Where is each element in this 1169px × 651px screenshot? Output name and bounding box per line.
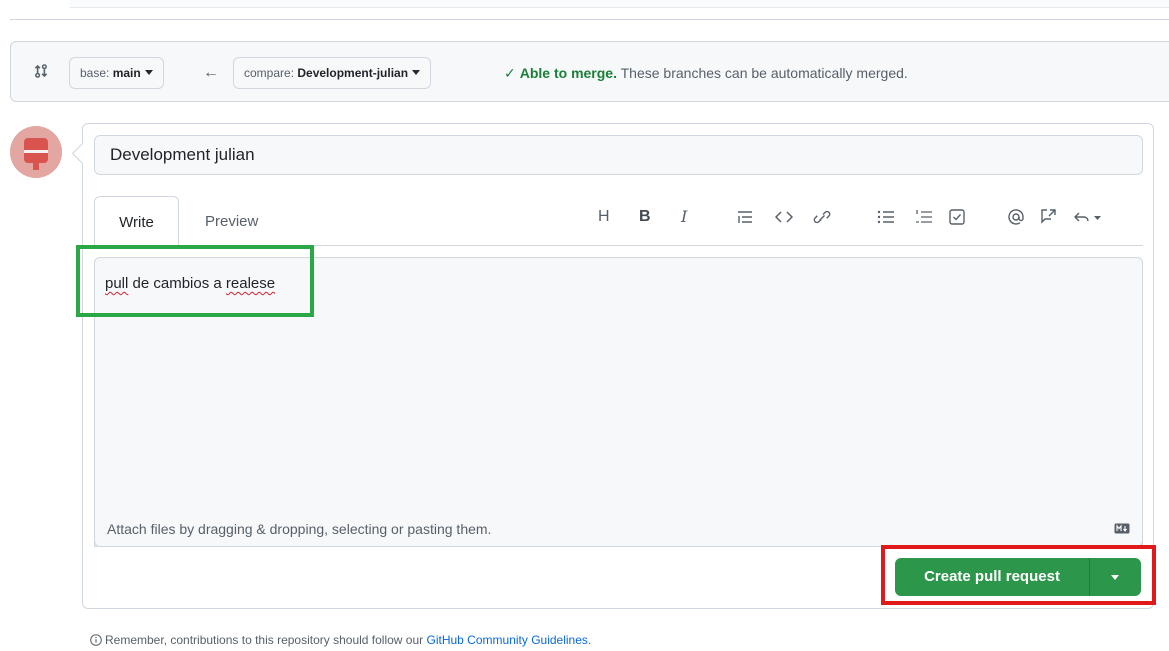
info-icon <box>90 634 102 646</box>
community-guidelines-link[interactable]: GitHub Community Guidelines <box>427 633 588 647</box>
top-strip <box>70 0 1169 8</box>
mention-icon[interactable] <box>1007 207 1025 227</box>
compare-branch-select[interactable]: compare: Development-julian <box>233 57 432 89</box>
chevron-down-icon <box>144 70 153 75</box>
heading-button[interactable]: H <box>598 207 610 227</box>
bold-button[interactable]: B <box>639 207 651 227</box>
base-branch-select[interactable]: base: main <box>69 57 164 89</box>
chevron-down-icon <box>412 70 421 75</box>
quote-icon[interactable] <box>737 207 753 227</box>
compare-branches-icon <box>34 64 48 78</box>
tab-preview[interactable]: Preview <box>205 213 258 230</box>
link-icon[interactable] <box>813 207 831 227</box>
compare-bar: base: main ← compare: Development-julian… <box>10 41 1169 102</box>
annotation-highlight-red <box>881 545 1156 605</box>
merge-status: ✓ Able to merge. These branches can be au… <box>504 65 908 81</box>
reply-icon[interactable] <box>1073 207 1101 227</box>
tab-write[interactable]: Write <box>94 196 179 246</box>
markdown-icon <box>1114 523 1130 534</box>
task-list-icon[interactable] <box>949 207 965 227</box>
ordered-list-icon[interactable] <box>915 207 933 227</box>
cross-reference-icon[interactable] <box>1039 207 1057 227</box>
unordered-list-icon[interactable] <box>877 207 895 227</box>
italic-button[interactable]: I <box>681 207 687 227</box>
title-input[interactable]: Development julian <box>94 135 1143 175</box>
divider <box>10 19 1169 20</box>
arrow-left-icon: ← <box>203 64 219 81</box>
avatar <box>10 126 62 178</box>
check-icon: ✓ <box>504 65 516 81</box>
code-icon[interactable] <box>775 207 793 227</box>
pull-request-form: Development julian Write Preview H B I p… <box>82 123 1154 609</box>
attach-files-bar[interactable]: Attach files by dragging & dropping, sel… <box>94 511 1143 547</box>
annotation-highlight-green <box>76 245 314 317</box>
guidelines-note: Remember, contributions to this reposito… <box>90 633 591 647</box>
